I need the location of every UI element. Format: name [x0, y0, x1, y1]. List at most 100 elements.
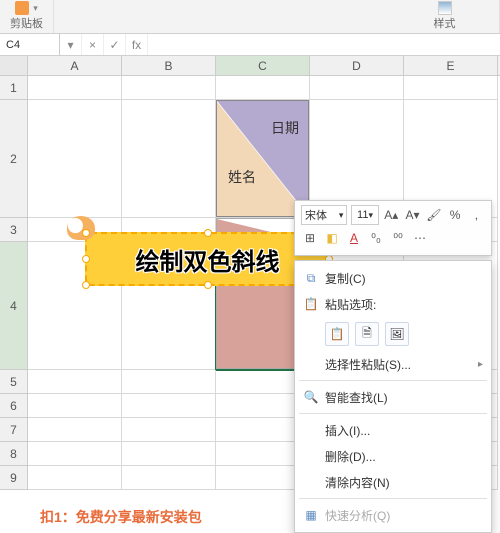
row-1: 1 — [0, 76, 500, 100]
decrease-decimal-button[interactable]: ⁰₀ — [367, 229, 385, 247]
cancel-entry-button[interactable]: × — [82, 34, 104, 55]
cell-b8[interactable] — [122, 442, 216, 466]
clipboard-icon — [15, 1, 29, 15]
cell-b6[interactable] — [122, 394, 216, 418]
styles-group-label: 样式 — [434, 15, 456, 31]
format-painter-button[interactable]: 🖌 — [425, 206, 442, 224]
cell-b2[interactable] — [122, 100, 216, 218]
decrease-font-button[interactable]: A▾ — [404, 206, 421, 224]
more-formats-button[interactable]: ⋯ — [411, 229, 429, 247]
row-header-8[interactable]: 8 — [0, 442, 28, 466]
paste-formatting-button[interactable]: 🖼 — [385, 322, 409, 346]
cell-b1[interactable] — [122, 76, 216, 100]
column-headers: A B C D E — [0, 56, 500, 76]
resize-handle[interactable] — [204, 281, 212, 289]
dropdown-icon: ▾ — [33, 3, 38, 14]
ctx-delete-label: 删除(D)... — [325, 448, 376, 465]
row-header-7[interactable]: 7 — [0, 418, 28, 442]
cell-b7[interactable] — [122, 418, 216, 442]
confirm-entry-button[interactable]: ✓ — [104, 34, 126, 55]
paste-big-button[interactable]: ▾ — [15, 1, 38, 15]
row-header-6[interactable]: 6 — [0, 394, 28, 418]
row-header-9[interactable]: 9 — [0, 466, 28, 490]
paste-values-button[interactable]: 🗎 — [355, 322, 379, 346]
formula-bar: C4 ▾ × ✓ fx — [0, 34, 500, 56]
increase-font-button[interactable]: A▴ — [383, 206, 400, 224]
c2-upper-label: 日期 — [271, 118, 299, 138]
font-size-select[interactable]: 11▾ — [351, 205, 378, 225]
ctx-clear-label: 清除内容(N) — [325, 474, 390, 491]
fx-label[interactable]: fx — [126, 34, 148, 55]
ribbon-spacer — [54, 0, 390, 33]
mini-toolbar: 宋体▾ 11▾ A▴ A▾ 🖌 % , ⊞ ◧ A ⁰₀ ⁰⁰ ⋯ — [294, 200, 492, 256]
border-button[interactable]: ⊞ — [301, 229, 319, 247]
ctx-insert[interactable]: 插入(I)... — [295, 417, 491, 443]
col-header-c[interactable]: C — [216, 56, 310, 75]
paste-all-button[interactable]: 📋 — [325, 322, 349, 346]
copy-icon: ⧉ — [303, 270, 319, 286]
ctx-quick-analysis: ▦ 快速分析(Q) — [295, 502, 491, 528]
cell-styles-button[interactable] — [438, 1, 452, 15]
ctx-separator — [299, 413, 487, 414]
ctx-paste-special-label: 选择性粘贴(S)... — [325, 356, 411, 373]
quick-analysis-icon: ▦ — [303, 507, 319, 523]
paste-icon: 📋 — [303, 296, 319, 312]
increase-decimal-button[interactable]: ⁰⁰ — [389, 229, 407, 247]
ctx-paste-options-header: 📋 粘贴选项: — [295, 291, 491, 317]
cell-a8[interactable] — [28, 442, 122, 466]
select-all-corner[interactable] — [0, 56, 28, 75]
ribbon: ▾ 剪贴板 样式 — [0, 0, 500, 34]
cell-c1[interactable] — [216, 76, 310, 100]
row-header-5[interactable]: 5 — [0, 370, 28, 394]
cell-a5[interactable] — [28, 370, 122, 394]
cell-a1[interactable] — [28, 76, 122, 100]
ctx-copy-label: 复制(C) — [325, 270, 366, 287]
ctx-quick-analysis-label: 快速分析(Q) — [325, 507, 390, 524]
col-header-e[interactable]: E — [404, 56, 498, 75]
cell-a7[interactable] — [28, 418, 122, 442]
row-header-3[interactable]: 3 — [0, 218, 28, 242]
resize-handle[interactable] — [82, 281, 90, 289]
font-size-value: 11 — [357, 209, 368, 221]
col-header-b[interactable]: B — [122, 56, 216, 75]
resize-handle[interactable] — [82, 229, 90, 237]
row-header-1[interactable]: 1 — [0, 76, 28, 100]
cell-a9[interactable] — [28, 466, 122, 490]
context-menu: ⧉ 复制(C) 📋 粘贴选项: 📋 🗎 🖼 选择性粘贴(S)... 🔍 智能查找… — [294, 260, 492, 533]
cell-a6[interactable] — [28, 394, 122, 418]
resize-handle[interactable] — [204, 229, 212, 237]
cell-a2[interactable] — [28, 100, 122, 218]
c2-lower-label: 姓名 — [228, 167, 256, 187]
ctx-paste-options-label: 粘贴选项: — [325, 296, 376, 313]
cell-d1[interactable] — [310, 76, 404, 100]
ctx-paste-option-row: 📋 🗎 🖼 — [295, 317, 491, 351]
comma-style-button[interactable]: , — [468, 206, 485, 224]
resize-handle[interactable] — [82, 255, 90, 263]
font-color-button[interactable]: A — [345, 229, 363, 247]
col-header-a[interactable]: A — [28, 56, 122, 75]
percent-button[interactable]: % — [446, 206, 463, 224]
mini-toolbar-row2: ⊞ ◧ A ⁰₀ ⁰⁰ ⋯ — [301, 229, 485, 247]
row-header-4[interactable]: 4 — [0, 242, 28, 370]
ribbon-group-clipboard: ▾ 剪贴板 — [0, 0, 54, 33]
ctx-smart-lookup-label: 智能查找(L) — [325, 389, 388, 406]
cell-e1[interactable] — [404, 76, 498, 100]
ctx-insert-label: 插入(I)... — [325, 422, 370, 439]
banner-text: 绘制双色斜线 — [136, 242, 280, 277]
ctx-clear[interactable]: 清除内容(N) — [295, 469, 491, 495]
ctx-separator — [299, 498, 487, 499]
ctx-delete[interactable]: 删除(D)... — [295, 443, 491, 469]
fill-color-button[interactable]: ◧ — [323, 229, 341, 247]
ctx-smart-lookup[interactable]: 🔍 智能查找(L) — [295, 384, 491, 410]
col-header-d[interactable]: D — [310, 56, 404, 75]
ctx-paste-special[interactable]: 选择性粘贴(S)... — [295, 351, 491, 377]
name-box[interactable]: C4 — [0, 34, 60, 55]
cell-b9[interactable] — [122, 466, 216, 490]
clipboard-group-label: 剪贴板 — [10, 15, 43, 31]
cell-b5[interactable] — [122, 370, 216, 394]
search-icon: 🔍 — [303, 389, 319, 405]
ctx-copy[interactable]: ⧉ 复制(C) — [295, 265, 491, 291]
name-box-dropdown[interactable]: ▾ — [60, 34, 82, 55]
row-header-2[interactable]: 2 — [0, 100, 28, 218]
font-name-select[interactable]: 宋体▾ — [301, 205, 347, 225]
